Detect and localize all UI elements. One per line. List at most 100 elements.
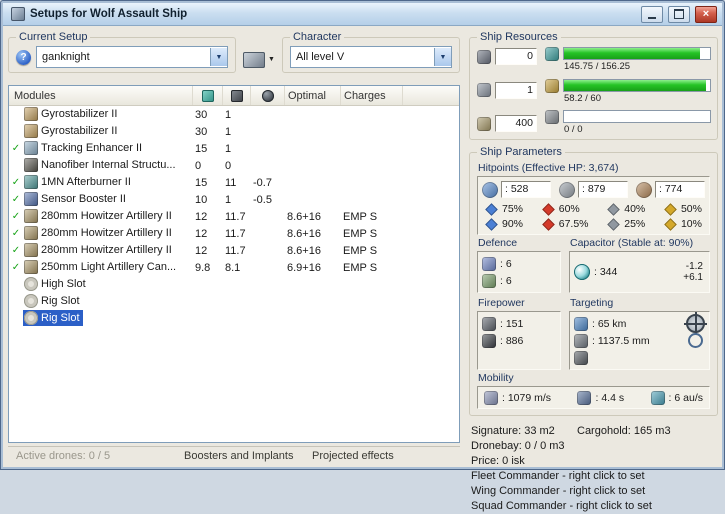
hitpoint-value: : 528 <box>501 181 551 198</box>
targeting-value: : 65 km <box>592 318 626 330</box>
resource-bar-value: 145.75 / 156.25 <box>563 60 711 72</box>
cpu-column[interactable] <box>193 86 223 105</box>
high-slot-icon <box>24 277 38 291</box>
resource-slot-value: 1 <box>495 82 537 99</box>
hitpoint-value: : 879 <box>578 181 628 198</box>
fitted-check-icon: ✓ <box>9 246 23 256</box>
ship-summary: Signature: 33 m2 Cargohold: 165 m3 Drone… <box>469 424 718 514</box>
setup-tools: ▼ <box>243 37 275 73</box>
resource-bar-row: 145.75 / 156.25 <box>545 47 711 72</box>
tools-dropdown-arrow-icon[interactable]: ▼ <box>268 56 275 63</box>
maximize-button[interactable] <box>668 6 690 23</box>
module-name: 1MN Afterburner II <box>41 176 131 188</box>
mobility-item: : 6 au/s <box>651 390 703 405</box>
setup-combobox[interactable]: ganknight ▼ <box>36 46 228 68</box>
calibration-icon <box>477 117 491 131</box>
armor-resist-value: 25% <box>624 218 645 230</box>
module-row[interactable]: Gyrostabilizer II 30 1 <box>9 123 459 140</box>
bottom-statusbar: Active drones: 0 / 5 Boosters and Implan… <box>8 446 460 465</box>
module-row[interactable]: ✓ 280mm Howitzer Artillery II 12 11.7 8.… <box>9 242 459 259</box>
minimize-button[interactable] <box>641 6 663 23</box>
defence-value: : 6 <box>500 275 512 287</box>
module-name: 250mm Light Artillery Can... <box>41 261 176 273</box>
explosive-resist-icon <box>664 203 677 216</box>
cpu-icon <box>545 47 559 61</box>
module-name: Rig Slot <box>41 312 80 324</box>
charges-column-header[interactable]: Charges <box>341 86 403 105</box>
module-powergrid-value: 11.7 <box>223 211 251 223</box>
setup-combobox-value: ganknight <box>37 51 210 63</box>
module-cpu-value: 30 <box>193 126 223 138</box>
powergrid-column[interactable] <box>223 86 251 105</box>
dropdown-arrow-icon[interactable]: ▼ <box>210 48 227 66</box>
module-row[interactable]: Rig Slot <box>9 310 459 327</box>
module-powergrid-value: 1 <box>223 126 251 138</box>
module-row[interactable]: ✓ 280mm Howitzer Artillery II 12 11.7 8.… <box>9 208 459 225</box>
thermal-resist-icon <box>542 218 555 231</box>
module-row[interactable]: High Slot <box>9 276 459 293</box>
module-cpu-value: 12 <box>193 211 223 223</box>
resource-bar-row: 58.2 / 60 <box>545 79 711 104</box>
turret-damage-icon <box>482 317 496 331</box>
fitted-check-icon: ✓ <box>9 263 23 273</box>
maximize-icon <box>674 9 684 19</box>
firepower-row: : 151 <box>482 315 556 332</box>
resource-slot: 400 <box>477 115 539 132</box>
targeting-value: : 1137.5 mm <box>592 335 650 347</box>
capacitor-column[interactable] <box>251 86 285 105</box>
afterburner-icon <box>24 175 38 189</box>
dropdown-arrow-icon[interactable]: ▼ <box>434 48 451 66</box>
optimal-column-header[interactable]: Optimal <box>285 86 341 105</box>
shield-resist-value: 60% <box>559 203 580 215</box>
ship-resources-group: Ship Resources 0 1 400 <box>469 37 718 140</box>
active-drones-label: Active drones: 0 / 5 <box>8 450 184 462</box>
module-row[interactable]: ✓ 280mm Howitzer Artillery II 12 11.7 8.… <box>9 225 459 242</box>
module-row[interactable]: Gyrostabilizer II 30 1 <box>9 106 459 123</box>
max-velocity-icon <box>484 391 498 405</box>
hitpoint-item: : 528 <box>482 181 551 198</box>
module-name: Nanofiber Internal Structu... <box>41 159 176 171</box>
shield-resist-value: 75% <box>502 203 523 215</box>
resource-progress-fill <box>564 48 700 59</box>
crosshair-icon <box>686 314 705 333</box>
defence-row: : 6 <box>482 255 556 272</box>
artillery-icon <box>24 209 38 223</box>
module-cpu-value: 12 <box>193 228 223 240</box>
ship-resources-label: Ship Resources <box>477 31 561 43</box>
module-row[interactable]: Nanofiber Internal Structu... 0 0 <box>9 157 459 174</box>
module-cap-value: -0.7 <box>251 177 285 189</box>
module-row[interactable]: ✓ 1MN Afterburner II 15 11 -0.7 <box>9 174 459 191</box>
app-window: Setups for Wolf Assault Ship × Current S… <box>0 0 725 470</box>
resource-slot-value: 400 <box>495 115 537 132</box>
gyrostabilizer-icon <box>24 107 38 121</box>
module-row[interactable]: ✓ Sensor Booster II 10 1 -0.5 <box>9 191 459 208</box>
help-icon[interactable]: ? <box>16 50 31 65</box>
module-row[interactable]: Rig Slot <box>9 293 459 310</box>
close-button[interactable]: × <box>695 6 717 23</box>
module-row[interactable]: ✓ 250mm Light Artillery Can... 9.8 8.1 6… <box>9 259 459 276</box>
module-name: Gyrostabilizer II <box>41 108 117 120</box>
projected-effects-section[interactable]: Projected effects <box>312 450 460 462</box>
module-powergrid-value: 11.7 <box>223 228 251 240</box>
character-combobox[interactable]: All level V ▼ <box>290 46 452 68</box>
em-resist-icon <box>485 218 498 231</box>
module-name: 280mm Howitzer Artillery II <box>41 210 172 222</box>
explosive-resist-icon <box>664 218 677 231</box>
thermal-resist-icon <box>542 203 555 216</box>
modules-header: Modules Optimal Charges <box>9 86 459 106</box>
window-content: Current Setup ? ganknight ▼ ▼ Character <box>1 26 724 469</box>
modules-column-header[interactable]: Modules <box>9 86 193 105</box>
capacitor-recharge-value: +6.1 <box>683 272 703 283</box>
module-cpu-value: 10 <box>193 194 223 206</box>
setup-tools-icon[interactable] <box>243 52 265 68</box>
firepower-value: : 886 <box>500 335 523 347</box>
window-title: Setups for Wolf Assault Ship <box>30 8 636 20</box>
boosters-implants-section[interactable]: Boosters and Implants <box>184 450 312 462</box>
titlebar[interactable]: Setups for Wolf Assault Ship × <box>3 3 722 26</box>
resource-bars: 145.75 / 156.25 58.2 / 60 <box>545 47 711 135</box>
rig-slot-icon <box>24 294 38 308</box>
scan-resolution-icon <box>574 334 588 348</box>
resist-group: 50% 10% <box>664 203 702 230</box>
nanofiber-structure-icon <box>24 158 38 172</box>
module-row[interactable]: ✓ Tracking Enhancer II 15 1 <box>9 140 459 157</box>
